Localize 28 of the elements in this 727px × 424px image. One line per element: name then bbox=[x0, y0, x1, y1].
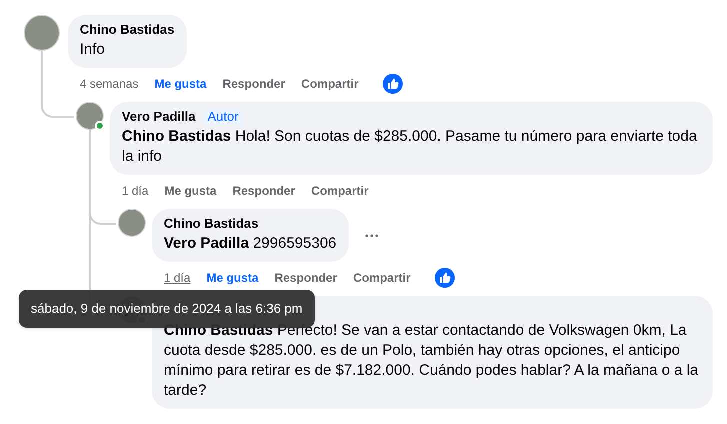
comment-text: Chino Bastidas Hola! Son cuotas de $285.000. Pasame tu número para enviarte toda la info bbox=[122, 127, 698, 167]
author-name[interactable]: Chino Bastidas bbox=[80, 22, 175, 38]
avatar[interactable] bbox=[24, 15, 60, 51]
comment-text: Vero Padilla 2996595306 bbox=[164, 234, 337, 254]
avatar[interactable] bbox=[76, 102, 104, 130]
author-badge: Autor bbox=[204, 109, 243, 125]
date-tooltip: sábado, 9 de noviembre de 2024 a las 6:36 pm bbox=[19, 290, 315, 328]
comment-time[interactable]: 1 día bbox=[122, 182, 149, 200]
comment-action-link[interactable]: Me gusta bbox=[164, 182, 217, 200]
comment-action-link[interactable]: Compartir bbox=[353, 269, 411, 287]
avatar[interactable] bbox=[118, 209, 146, 237]
thread-line bbox=[41, 51, 43, 102]
comment-action-link[interactable]: Me gusta bbox=[206, 269, 259, 287]
like-reaction-icon[interactable] bbox=[434, 268, 455, 288]
comment-action-link[interactable]: Responder bbox=[222, 75, 286, 93]
thread-connector-line bbox=[41, 102, 74, 118]
comment-action-link[interactable]: Responder bbox=[232, 182, 296, 200]
comment-action-link[interactable]: Compartir bbox=[311, 182, 369, 200]
like-reaction-icon[interactable] bbox=[382, 74, 403, 94]
comment-time[interactable]: 1 día bbox=[164, 269, 191, 287]
author-name[interactable]: Vero Padilla bbox=[122, 109, 196, 125]
comment-action-link[interactable]: Responder bbox=[274, 269, 338, 287]
author-name[interactable]: Chino Bastidas bbox=[164, 216, 259, 232]
comment-text: Info bbox=[80, 40, 106, 60]
more-options-icon[interactable] bbox=[364, 234, 379, 238]
comment-action-link[interactable]: Compartir bbox=[301, 75, 359, 93]
comment-action-link[interactable]: Me gusta bbox=[154, 75, 207, 93]
comment-time[interactable]: 4 semanas bbox=[80, 75, 139, 93]
